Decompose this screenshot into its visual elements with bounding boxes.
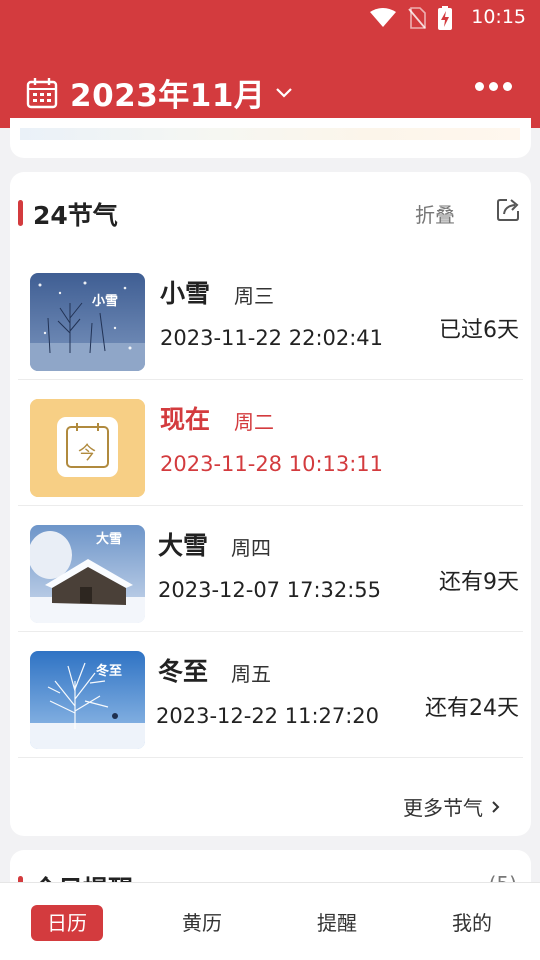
tab-reminders[interactable]: 提醒 <box>301 905 373 941</box>
calendar-icon <box>26 77 58 108</box>
light-snow-image: 小雪 <box>30 273 145 371</box>
term-name: 大雪 <box>158 531 209 560</box>
no-sim-icon <box>408 7 426 29</box>
term-datetime: 2023-12-07 17:32:55 <box>158 578 382 602</box>
tab-profile[interactable]: 我的 <box>436 905 508 941</box>
term-name: 冬至 <box>158 657 209 686</box>
solar-term-row[interactable]: 小雪 小雪 周三 2023-11-22 22:02:41 已过6天 <box>18 254 523 380</box>
term-weekday: 周二 <box>234 410 274 434</box>
term-weekday: 周三 <box>234 284 274 308</box>
term-name: 小雪 <box>160 279 211 308</box>
term-datetime: 2023-11-28 10:13:11 <box>160 452 384 476</box>
status-icons <box>370 6 452 30</box>
more-options-button[interactable] <box>475 82 512 91</box>
card-header: 24节气 折叠 <box>10 194 531 234</box>
bottom-tab-bar: 日历 黄历 提醒 我的 <box>0 882 540 960</box>
tab-almanac[interactable]: 黄历 <box>166 905 238 941</box>
heavy-snow-image: 大雪 <box>30 525 145 623</box>
app-header: 10:15 2023年11月 <box>0 0 540 128</box>
accent-bar <box>18 200 23 226</box>
status-time: 10:15 <box>471 6 526 28</box>
chevron-down-icon <box>276 87 293 98</box>
term-thumbnail: 小雪 <box>30 273 145 371</box>
card-title: 24节气 <box>33 201 118 230</box>
month-title: 2023年11月 <box>70 78 266 114</box>
chevron-right-icon <box>492 800 500 813</box>
term-datetime: 2023-12-22 11:27:20 <box>156 704 380 728</box>
svg-text:大雪: 大雪 <box>96 531 122 547</box>
today-thumbnail: 今 <box>30 399 145 497</box>
term-relative-days: 还有9天 <box>439 570 519 595</box>
svg-text:小雪: 小雪 <box>92 293 118 309</box>
term-weekday: 周五 <box>231 662 271 686</box>
term-relative-days: 已过6天 <box>439 318 519 343</box>
more-terms-label: 更多节气 <box>403 796 483 820</box>
svg-text:今: 今 <box>78 443 96 464</box>
term-thumbnail: 大雪 <box>30 525 145 623</box>
tab-calendar[interactable]: 日历 <box>31 905 103 941</box>
term-thumbnail: 冬至 <box>30 651 145 749</box>
month-selector[interactable]: 2023年11月 <box>26 70 293 115</box>
wifi-icon <box>370 8 396 27</box>
term-relative-days: 还有24天 <box>425 696 519 721</box>
fold-button[interactable]: 折叠 <box>415 199 455 228</box>
solar-term-row[interactable]: 大雪 大雪 周四 2023-12-07 17:32:55 还有9天 <box>18 506 523 632</box>
more-solar-terms-link[interactable]: 更多节气 <box>403 792 501 821</box>
previous-card-bottom <box>10 118 531 158</box>
winter-solstice-image: 冬至 <box>30 651 145 749</box>
term-datetime: 2023-11-22 22:02:41 <box>160 326 384 350</box>
battery-charging-icon <box>438 6 452 30</box>
term-weekday: 周四 <box>231 536 271 560</box>
share-icon[interactable] <box>495 197 521 223</box>
svg-text:冬至: 冬至 <box>96 663 122 679</box>
status-bar: 10:15 <box>0 0 540 36</box>
solar-term-row-now[interactable]: 今 现在 周二 2023-11-28 10:13:11 <box>18 380 523 506</box>
solar-terms-card: 24节气 折叠 小雪 小雪 周三 2023-11-22 22:02:41 已过6… <box>10 172 531 836</box>
today-calendar-icon: 今 <box>30 399 145 497</box>
term-name: 现在 <box>160 405 211 434</box>
solar-term-row[interactable]: 冬至 冬至 周五 2023-12-22 11:27:20 还有24天 <box>18 632 523 758</box>
